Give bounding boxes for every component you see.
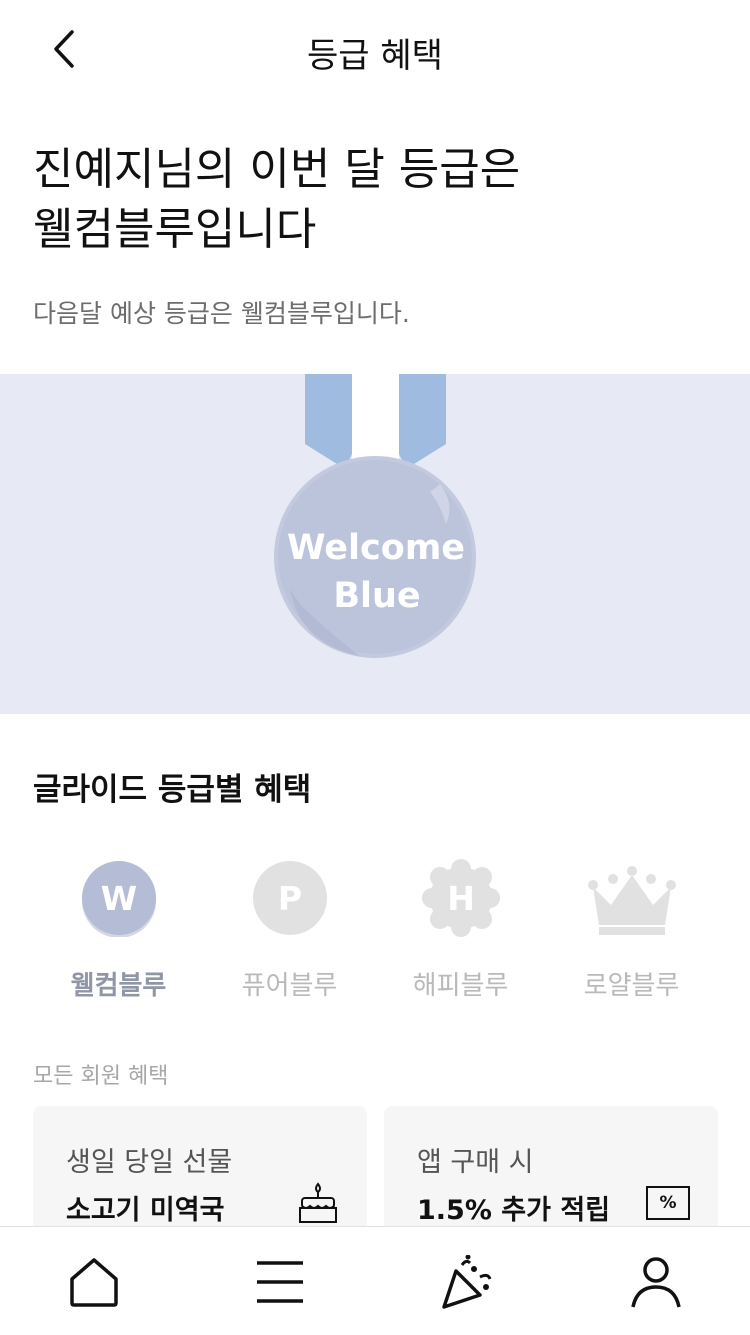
benefits-section-title: 글라이드 등급별 혜택 bbox=[33, 772, 312, 808]
page-title: 등급 혜택 bbox=[307, 36, 443, 76]
svg-text:P: P bbox=[277, 879, 301, 918]
tier-label: 해피블루 bbox=[412, 971, 509, 1001]
tier-welcome-blue[interactable]: W 웰컴블루 bbox=[33, 855, 204, 1002]
grade-headline: 진예지님의 이번 달 등급은 웰컴블루입니다 bbox=[33, 140, 520, 260]
grade-headline-line2: 웰컴블루입니다 bbox=[33, 204, 317, 255]
tier-royal-blue[interactable]: 로얄블루 bbox=[546, 855, 717, 1002]
w-circle-icon: W bbox=[81, 861, 156, 938]
party-popper-icon[interactable] bbox=[440, 1255, 494, 1309]
menu-icon[interactable] bbox=[253, 1255, 307, 1309]
svg-text:W: W bbox=[100, 879, 136, 918]
benefit-card-title: 생일 당일 선물 bbox=[66, 1147, 233, 1178]
benefit-card-title: 앱 구매 시 bbox=[417, 1147, 534, 1178]
benefit-card-value: 소고기 미역국 bbox=[66, 1195, 225, 1226]
h-flower-icon: H bbox=[421, 859, 500, 937]
tier-selector: W 웰컴블루 P 퓨어블루 H 해피블루 로얄블루 bbox=[33, 855, 717, 1001]
crown-icon bbox=[587, 866, 676, 935]
tier-pure-blue[interactable]: P 퓨어블루 bbox=[204, 855, 375, 1002]
tier-label: 로얄블루 bbox=[583, 971, 680, 1001]
grade-headline-line1: 진예지님의 이번 달 등급은 bbox=[33, 144, 521, 195]
tier-label: 퓨어블루 bbox=[241, 971, 338, 1001]
medal-text-line2: Blue bbox=[333, 576, 420, 616]
benefit-card-value: 1.5% 추가 적립 bbox=[417, 1195, 611, 1226]
all-members-benefits-label: 모든 회원 혜택 bbox=[33, 1064, 169, 1089]
expected-grade-text: 다음달 예상 등급은 웰컴블루입니다. bbox=[33, 299, 410, 328]
percent-icon: % bbox=[646, 1186, 690, 1220]
welcome-blue-medal-icon: Welcome Blue bbox=[274, 374, 476, 658]
medal-text-line1: Welcome bbox=[287, 528, 465, 568]
medal-banner: Welcome Blue bbox=[0, 374, 750, 714]
cake-icon bbox=[299, 1182, 337, 1223]
p-circle-icon: P bbox=[252, 861, 327, 935]
user-icon[interactable] bbox=[629, 1255, 683, 1309]
svg-text:H: H bbox=[447, 879, 475, 918]
bottom-tab-bar bbox=[0, 1226, 750, 1335]
top-bar: 등급 혜택 bbox=[0, 0, 750, 100]
tier-label: 웰컴블루 bbox=[70, 971, 167, 1001]
tier-happy-blue[interactable]: H 해피블루 bbox=[375, 855, 546, 1002]
home-icon[interactable] bbox=[67, 1255, 121, 1309]
